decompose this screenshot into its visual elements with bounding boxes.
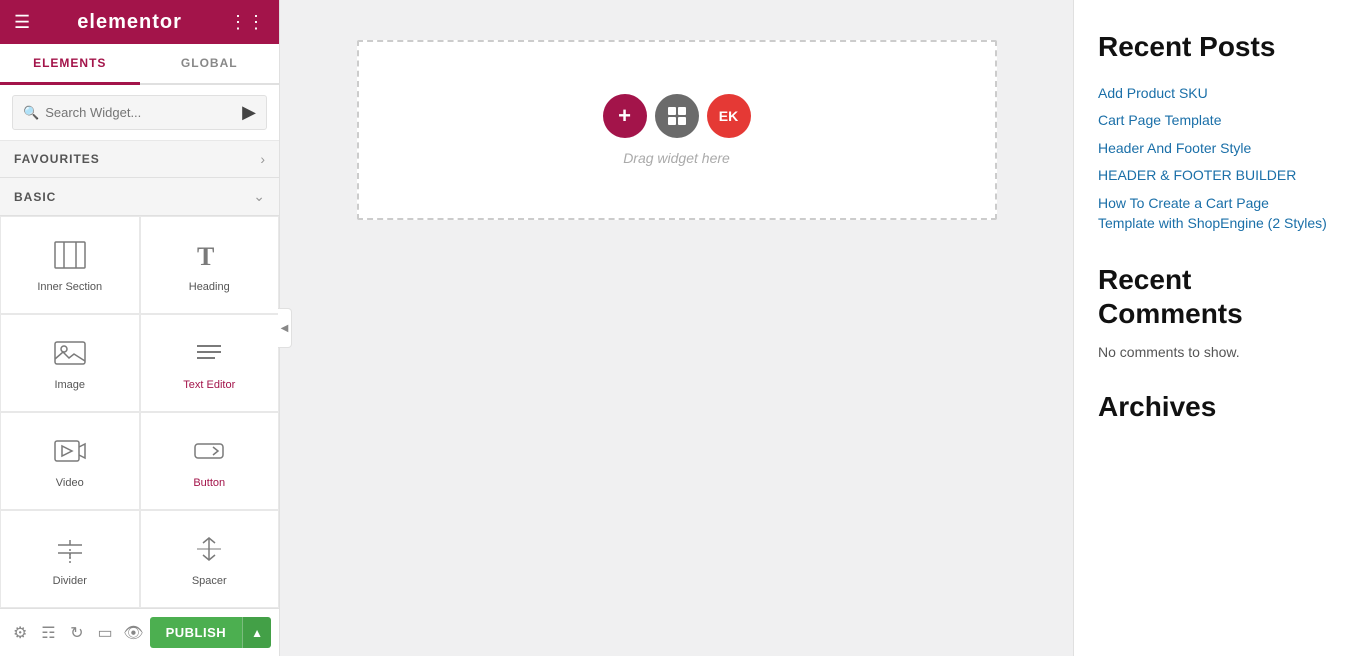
eye-icon-btn[interactable]: 👁 [121, 617, 145, 649]
settings-icon-btn[interactable]: ⚙ [8, 617, 32, 649]
favourites-row[interactable]: FAVOURITES › [0, 141, 279, 178]
widget-video-label: Video [56, 477, 84, 489]
post-link-4[interactable]: How To Create a Cart Page Template with … [1098, 195, 1327, 231]
list-item: HEADER & FOOTER BUILDER [1098, 166, 1329, 186]
text-editor-icon [193, 339, 225, 371]
sidebar-header: ☰ elementor ⋮⋮ [0, 0, 279, 44]
list-item: How To Create a Cart Page Template with … [1098, 194, 1329, 233]
widget-heading-label: Heading [189, 281, 230, 293]
list-item: Cart Page Template [1098, 111, 1329, 131]
recent-posts-title: Recent Posts [1098, 30, 1329, 64]
widget-heading[interactable]: T Heading [140, 216, 280, 314]
responsive-icon-btn[interactable]: ▭ [93, 617, 117, 649]
no-comments-text: No comments to show. [1098, 344, 1329, 360]
add-section-button[interactable]: + [603, 94, 647, 138]
image-icon [54, 339, 86, 371]
list-item: Header And Footer Style [1098, 139, 1329, 159]
inner-section-icon [54, 241, 86, 273]
basic-row[interactable]: BASIC ⌄ [0, 178, 279, 216]
layers-icon-btn[interactable]: ☶ [36, 617, 60, 649]
spacer-icon [193, 535, 225, 567]
widget-spacer-label: Spacer [192, 575, 227, 587]
widget-image-label: Image [54, 379, 85, 391]
right-panel: Recent Posts Add Product SKU Cart Page T… [1073, 0, 1353, 656]
tab-elements[interactable]: ELEMENTS [0, 44, 140, 85]
publish-group: PUBLISH ▲ [150, 617, 271, 648]
button-icon [193, 437, 225, 469]
widget-button-label: Button [193, 477, 225, 489]
widget-spacer[interactable]: Spacer [140, 510, 280, 608]
recent-posts-list: Add Product SKU Cart Page Template Heade… [1098, 84, 1329, 234]
publish-button[interactable]: PUBLISH [150, 617, 243, 648]
widget-image[interactable]: Image [0, 314, 140, 412]
basic-label: BASIC [14, 190, 56, 204]
sidebar: ☰ elementor ⋮⋮ ELEMENTS GLOBAL 🔍 ▶ FAVOU… [0, 0, 280, 656]
widgets-grid: Inner Section T Heading Image [0, 216, 279, 608]
favourites-label: FAVOURITES [14, 152, 100, 166]
chevron-down-icon: ⌄ [253, 188, 265, 205]
widget-divider-label: Divider [53, 575, 87, 587]
archives-title: Archives [1098, 390, 1329, 424]
post-link-1[interactable]: Cart Page Template [1098, 112, 1221, 128]
search-input[interactable] [45, 105, 238, 120]
main-canvas: + EK Drag widget here [280, 0, 1073, 656]
widget-text-editor-label: Text Editor [183, 379, 235, 391]
widget-text-editor[interactable]: Text Editor [140, 314, 280, 412]
elementor-logo: elementor [77, 11, 182, 34]
sidebar-tabs: ELEMENTS GLOBAL [0, 44, 279, 85]
drop-label: Drag widget here [623, 150, 730, 166]
video-icon [54, 437, 86, 469]
divider-icon [54, 535, 86, 567]
post-link-2[interactable]: Header And Footer Style [1098, 140, 1251, 156]
publish-arrow-button[interactable]: ▲ [242, 617, 271, 648]
widget-inner-section-label: Inner Section [37, 281, 102, 293]
grid-icon[interactable]: ⋮⋮ [229, 12, 265, 33]
list-item: Add Product SKU [1098, 84, 1329, 104]
drop-zone-buttons: + EK [599, 94, 755, 138]
post-link-0[interactable]: Add Product SKU [1098, 85, 1208, 101]
search-box: 🔍 ▶ [0, 85, 279, 141]
post-link-3[interactable]: HEADER & FOOTER BUILDER [1098, 167, 1296, 183]
collapse-icon: ◀ [281, 323, 289, 334]
undo-icon-btn[interactable]: ↻ [65, 617, 89, 649]
heading-icon: T [194, 241, 224, 273]
collapse-handle[interactable]: ◀ [278, 308, 292, 348]
add-template-button[interactable] [655, 94, 699, 138]
chevron-right-icon: › [260, 151, 265, 167]
search-icon: 🔍 [23, 105, 39, 121]
cursor-indicator: ▶ [242, 102, 256, 123]
widget-divider[interactable]: Divider [0, 510, 140, 608]
widget-video[interactable]: Video [0, 412, 140, 510]
search-input-wrap: 🔍 ▶ [12, 95, 267, 130]
sidebar-bottom: ⚙ ☶ ↻ ▭ 👁 PUBLISH ▲ [0, 608, 279, 656]
tab-global[interactable]: GLOBAL [140, 44, 280, 83]
widget-button[interactable]: Button [140, 412, 280, 510]
ek-button[interactable]: EK [707, 94, 751, 138]
canvas-section: + EK Drag widget here [280, 0, 1073, 240]
recent-comments-title: Recent Comments [1098, 263, 1329, 330]
drop-zone[interactable]: + EK Drag widget here [357, 40, 997, 220]
widget-inner-section[interactable]: Inner Section [0, 216, 140, 314]
hamburger-icon[interactable]: ☰ [14, 12, 30, 33]
svg-text:T: T [197, 242, 214, 269]
